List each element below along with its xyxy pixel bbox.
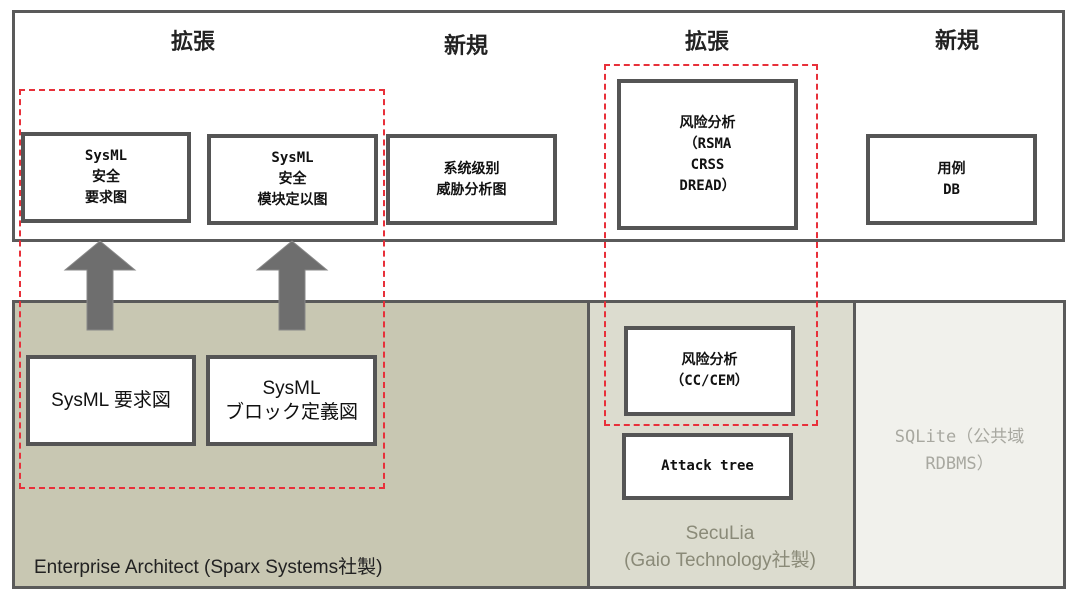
box-line: Attack tree: [661, 458, 754, 474]
label-line: RDBMS）: [925, 454, 994, 474]
enterprise-architect-label: Enterprise Architect (Sparx Systems社製): [34, 557, 383, 578]
sqlite-label: SQLite（公共域 RDBMS）: [853, 424, 1066, 478]
label-line: SQLite（公共域: [894, 427, 1025, 447]
seculia-label: SecuLia (Gaio Technology社製): [587, 520, 853, 574]
seculia-extension-highlight: [604, 64, 818, 426]
ea-extension-highlight: [19, 89, 385, 489]
label-line: (Gaio Technology社製): [624, 550, 816, 571]
attack-tree-box: Attack tree: [622, 433, 793, 500]
label-line: SecuLia: [685, 523, 755, 544]
